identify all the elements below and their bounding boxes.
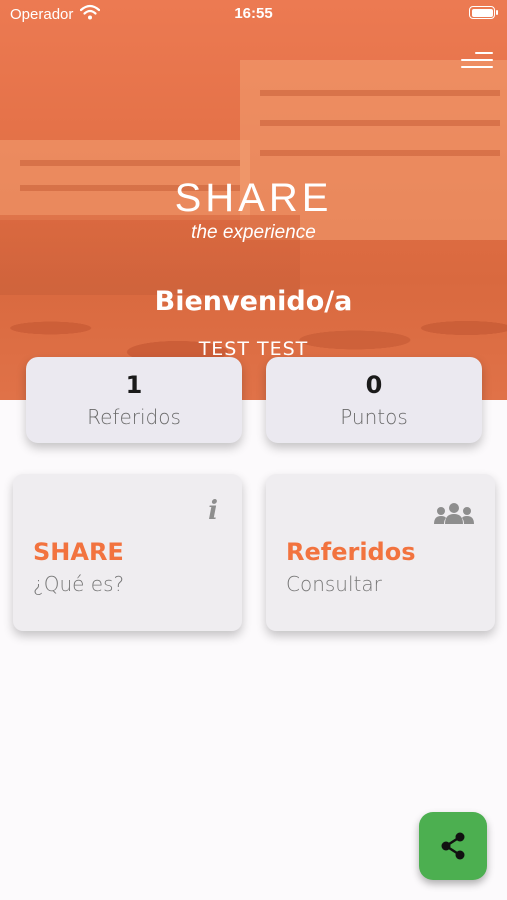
share-button[interactable]	[419, 812, 487, 880]
status-time: 16:55	[234, 5, 273, 22]
building-decor	[260, 150, 500, 156]
status-bar: Operador 16:55	[0, 0, 507, 30]
building-decor	[20, 160, 240, 166]
stat-value: 1	[125, 371, 143, 399]
group-icon	[434, 503, 474, 524]
info-icon: i	[208, 496, 218, 526]
stat-label: Puntos	[340, 405, 408, 429]
referidos-stat-card: 1 Referidos	[26, 357, 242, 443]
share-icon	[441, 832, 465, 860]
menu-icon[interactable]	[461, 50, 493, 70]
stat-value: 0	[365, 371, 383, 399]
stat-label: Referidos	[87, 405, 181, 429]
card-title: Referidos	[286, 538, 416, 566]
card-title: SHARE	[33, 538, 124, 566]
building-decor	[260, 120, 500, 126]
share-info-card[interactable]: i SHARE ¿Qué es?	[13, 474, 242, 631]
referidos-card[interactable]: Referidos Consultar	[266, 474, 495, 631]
card-subtitle: Consultar	[286, 572, 382, 596]
brand-tagline: the experience	[191, 222, 316, 243]
welcome-title: Bienvenido/a	[154, 286, 353, 317]
battery-icon	[469, 6, 498, 19]
building-decor	[260, 90, 500, 96]
brand-logo: SHARE	[174, 176, 333, 220]
puntos-stat-card: 0 Puntos	[266, 357, 482, 443]
card-subtitle: ¿Qué es?	[33, 572, 125, 596]
